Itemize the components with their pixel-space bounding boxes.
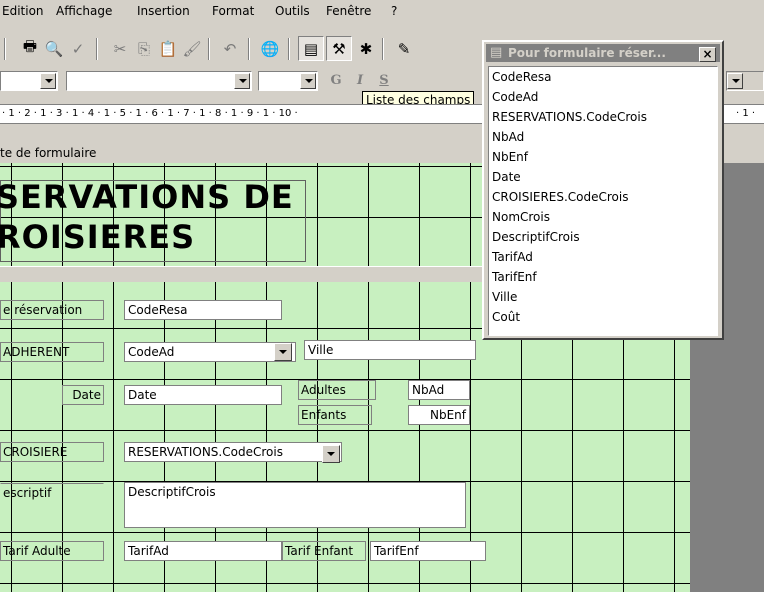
form-title-line2: ROISIERES xyxy=(0,218,196,256)
label-croisiere[interactable]: CROISIERE xyxy=(0,442,104,462)
textbox-tarifenf[interactable]: TarifEnf xyxy=(370,541,486,561)
toolbar-separator xyxy=(4,38,6,60)
underline-button[interactable]: S xyxy=(374,73,394,91)
textbox-tarifad[interactable]: TarifAd xyxy=(124,541,282,561)
spelling-icon[interactable]: ✓ xyxy=(66,37,90,60)
label-adherent[interactable]: ADHERENT xyxy=(0,342,104,362)
textbox-nbad[interactable]: NbAd xyxy=(408,380,470,400)
field-list-item[interactable]: NbEnf xyxy=(489,147,717,167)
textbox-descriptif[interactable]: DescriptifCrois xyxy=(124,482,466,528)
code-icon[interactable]: ✎ xyxy=(392,37,416,60)
insert-hyperlink-icon[interactable]: 🌐 xyxy=(258,37,282,60)
chevron-down-icon[interactable] xyxy=(234,73,250,89)
field-list-item[interactable]: CodeResa xyxy=(489,67,717,87)
field-list-item[interactable]: CROISIERES.CodeCrois xyxy=(489,187,717,207)
ruler-scale-right: · 1 · xyxy=(736,108,756,119)
menu-affichage[interactable]: Affichage xyxy=(56,4,112,18)
object-selector[interactable] xyxy=(0,71,58,91)
label-descriptif[interactable]: escriptif xyxy=(0,483,104,503)
format-painter-icon[interactable]: 🖌 xyxy=(180,37,204,60)
field-list-item[interactable]: Date xyxy=(489,167,717,187)
field-list-window[interactable]: ▤ Pour formulaire réser... × CodeResa Co… xyxy=(482,40,724,340)
toolbar-separator xyxy=(96,38,98,60)
menu-help[interactable]: ? xyxy=(391,4,397,18)
chevron-down-icon[interactable] xyxy=(40,73,56,89)
field-list-item[interactable]: DescriptifCrois xyxy=(489,227,717,247)
fill-color-selector[interactable] xyxy=(726,71,764,91)
font-name-selector[interactable] xyxy=(66,71,252,91)
label-tarif-enfant[interactable]: Tarif Enfant xyxy=(282,541,366,561)
combobox-codead-value: CodeAd xyxy=(128,345,175,359)
chevron-down-icon[interactable] xyxy=(274,343,292,361)
field-list-item[interactable]: CodeAd xyxy=(489,87,717,107)
field-list-item[interactable]: Coût xyxy=(489,307,717,327)
textbox-coderesa[interactable]: CodeResa xyxy=(124,300,282,320)
font-size-selector[interactable] xyxy=(258,71,318,91)
label-tarif-adulte[interactable]: Tarif Adulte xyxy=(0,541,104,561)
menu-fenetre[interactable]: Fenêtre xyxy=(326,4,371,18)
label-enfants[interactable]: Enfants xyxy=(298,405,372,425)
field-list-item[interactable]: TarifAd xyxy=(489,247,717,267)
field-list-item[interactable]: NbAd xyxy=(489,127,717,147)
combobox-codecrois-value: RESERVATIONS.CodeCrois xyxy=(128,445,283,459)
label-reservation[interactable]: e réservation xyxy=(0,300,104,320)
field-list-item[interactable]: RESERVATIONS.CodeCrois xyxy=(489,107,717,127)
field-list-item[interactable]: TarifEnf xyxy=(489,267,717,287)
toolbar-separator xyxy=(382,38,384,60)
menu-edition[interactable]: Edition xyxy=(2,4,44,18)
textbox-nbenf[interactable]: NbEnf xyxy=(408,405,470,425)
paste-icon[interactable]: 📋 xyxy=(156,37,180,60)
field-list-title: Pour formulaire réser... xyxy=(508,46,666,60)
field-list-icon[interactable]: ▤ xyxy=(298,36,324,61)
chevron-down-icon[interactable] xyxy=(322,445,340,463)
autoformat-icon[interactable]: ✱ xyxy=(354,37,378,60)
print-icon[interactable]: 🖶 xyxy=(18,37,42,60)
menu-insertion[interactable]: Insertion xyxy=(137,4,190,18)
menu-bar: Edition Affichage Insertion Format Outil… xyxy=(0,0,764,22)
toolbox-icon[interactable]: ⚒ xyxy=(326,36,352,61)
field-list-item[interactable]: Ville xyxy=(489,287,717,307)
field-list-window-icon: ▤ xyxy=(490,45,503,60)
copy-icon[interactable]: ⎘ xyxy=(132,37,156,60)
field-list[interactable]: CodeResa CodeAd RESERVATIONS.CodeCrois N… xyxy=(488,66,718,336)
chevron-down-icon[interactable] xyxy=(300,73,316,89)
textbox-date[interactable]: Date xyxy=(124,385,282,405)
toolbar-separator xyxy=(288,38,290,60)
field-list-item[interactable]: NomCrois xyxy=(489,207,717,227)
textbox-ville[interactable]: Ville xyxy=(304,340,476,360)
label-adultes[interactable]: Adultes xyxy=(298,380,376,400)
menu-outils[interactable]: Outils xyxy=(275,4,310,18)
close-icon[interactable]: × xyxy=(699,47,716,62)
chevron-down-icon[interactable] xyxy=(727,73,743,89)
label-date[interactable]: Date xyxy=(62,385,104,405)
bold-button[interactable]: G xyxy=(326,73,346,91)
toolbar-separator xyxy=(208,38,210,60)
field-list-titlebar[interactable]: ▤ Pour formulaire réser... × xyxy=(486,44,720,62)
combobox-codead[interactable]: CodeAd xyxy=(124,342,296,362)
print-preview-icon[interactable]: 🔍 xyxy=(42,37,66,60)
italic-button[interactable]: I xyxy=(350,73,370,91)
form-title-line1: SERVATIONS DE xyxy=(0,178,294,216)
cut-icon[interactable]: ✂ xyxy=(108,37,132,60)
menu-format[interactable]: Format xyxy=(212,4,254,18)
form-header-label: te de formulaire xyxy=(0,146,97,160)
combobox-codecrois[interactable]: RESERVATIONS.CodeCrois xyxy=(124,442,342,462)
ruler-scale: · 1 · 2 · 1 · 3 · 1 · 4 · 1 · 5 · 1 · 6 … xyxy=(2,108,298,119)
toolbar-separator xyxy=(248,38,250,60)
undo-icon[interactable]: ↶ xyxy=(218,37,242,60)
